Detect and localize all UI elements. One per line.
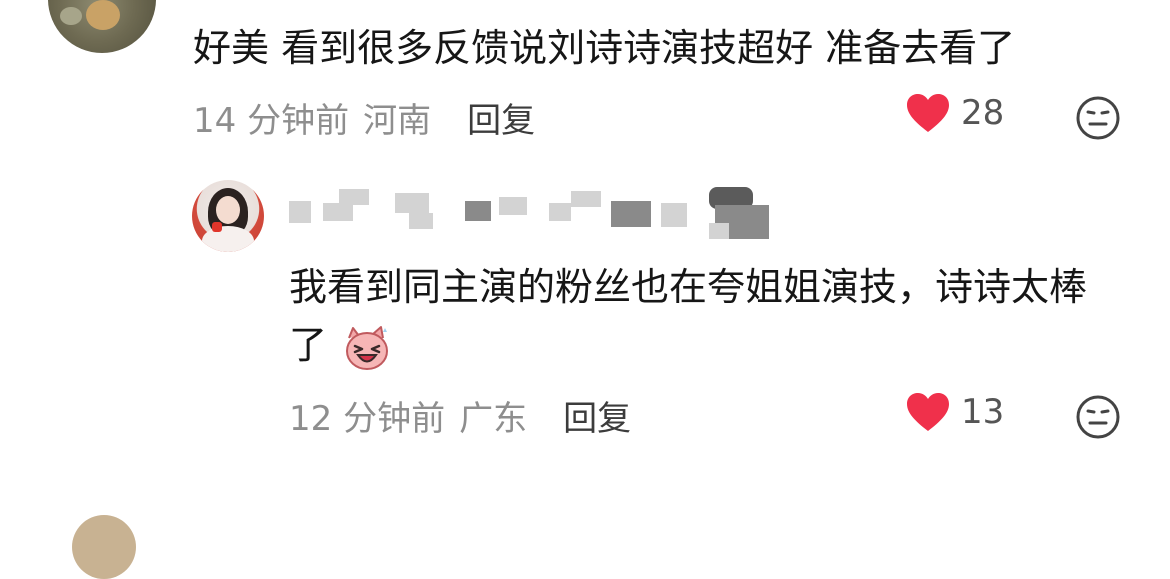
comment-time: 14 分钟前 <box>193 100 350 141</box>
blur-block <box>409 213 433 229</box>
blurred-username[interactable] <box>289 183 769 243</box>
heart-icon <box>907 393 949 431</box>
blur-block <box>289 201 311 223</box>
blur-block <box>499 197 527 215</box>
blur-block <box>549 203 571 221</box>
blur-block <box>611 201 651 227</box>
comment-text: 好美 看到很多反馈说刘诗诗演技超好 准备去看了 <box>193 26 1016 70</box>
neutral-face-icon <box>1076 395 1120 439</box>
like-count: 13 <box>961 392 1005 432</box>
comment-region: 河南 <box>363 100 432 141</box>
like-count: 28 <box>961 93 1005 133</box>
reply-button[interactable]: 回复 <box>563 391 631 440</box>
reply-text-content: 我看到同主演的粉丝也在夸姐姐演技，诗诗太棒了 <box>289 265 1088 367</box>
reply-text: 我看到同主演的粉丝也在夸姐姐演技，诗诗太棒了 <box>289 258 1119 374</box>
neutral-face-icon <box>1076 96 1120 140</box>
avatar-detail <box>212 222 222 232</box>
avatar-detail <box>216 196 240 224</box>
reply-meta: 12 分钟前 广东 回复 <box>289 391 631 440</box>
blur-block <box>465 201 491 221</box>
avatar-detail <box>60 7 82 25</box>
dislike-button[interactable] <box>1075 394 1121 440</box>
avatar-detail <box>202 226 254 252</box>
blur-block <box>709 223 729 239</box>
blur-block <box>661 203 687 227</box>
commenter-avatar[interactable] <box>48 0 156 53</box>
reply-region: 广东 <box>459 398 528 439</box>
dislike-button[interactable] <box>1075 95 1121 141</box>
reply-button[interactable]: 回复 <box>467 93 535 142</box>
reply-time: 12 分钟前 <box>289 398 446 439</box>
blur-block <box>323 203 353 221</box>
next-commenter-avatar[interactable] <box>72 515 136 579</box>
laughing-sticker-icon <box>346 325 389 370</box>
avatar-detail <box>86 0 120 30</box>
blur-block <box>395 193 429 213</box>
comment-meta: 14 分钟前 河南 回复 <box>193 93 535 142</box>
heart-icon <box>907 94 949 132</box>
reply-avatar[interactable] <box>192 180 264 252</box>
like-button[interactable]: 13 <box>905 391 1004 433</box>
blur-block <box>571 191 601 207</box>
blur-block <box>339 189 369 205</box>
like-button[interactable]: 28 <box>905 92 1004 134</box>
